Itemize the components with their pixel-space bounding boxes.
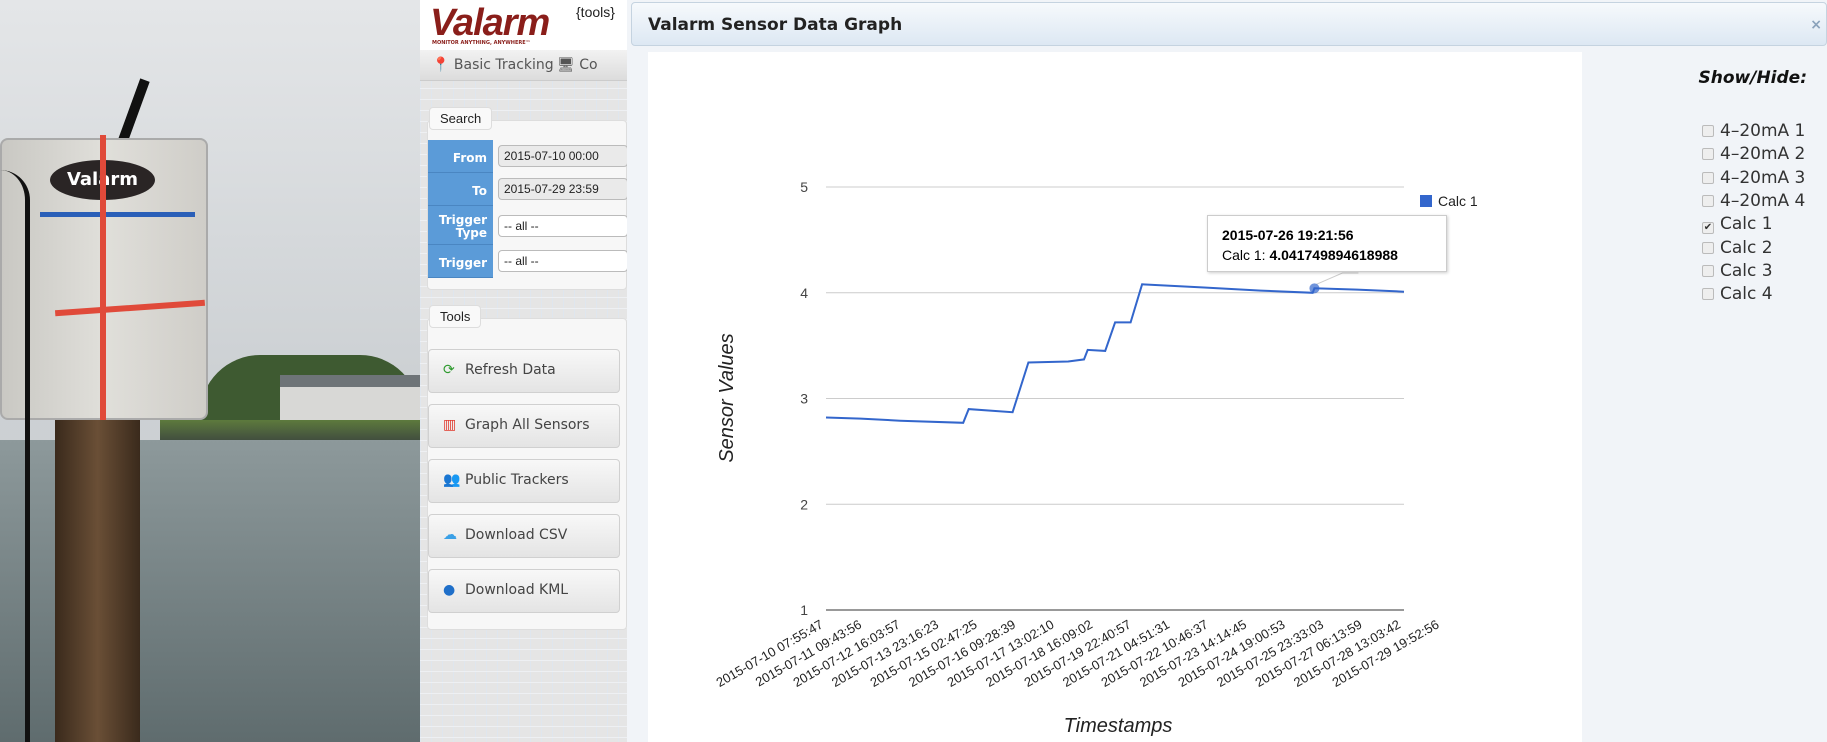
close-icon[interactable]: × xyxy=(1810,17,1822,33)
logo-text: Valarm xyxy=(430,2,550,44)
checkbox[interactable]: ✔ xyxy=(1702,222,1714,235)
checkbox[interactable] xyxy=(1702,171,1714,184)
series-toggle[interactable]: Calc 4 xyxy=(1702,284,1773,304)
device-photo: Valarm xyxy=(0,0,420,742)
cable xyxy=(0,170,30,742)
y-tick-label: 4 xyxy=(800,285,808,301)
checkbox[interactable] xyxy=(1702,264,1714,277)
button-label: Refresh Data xyxy=(465,362,556,378)
y-tick-label: 5 xyxy=(800,179,808,195)
tooltip-value: 4.041749894618988 xyxy=(1269,247,1398,263)
series-line xyxy=(825,283,1405,424)
y-tick-label: 3 xyxy=(800,391,808,407)
nav-item-2[interactable]: 🖥 Co xyxy=(557,57,598,73)
blue-strap xyxy=(40,212,195,217)
to-row: To 2015-07-29 23:59 xyxy=(428,173,628,206)
download-csv-button[interactable]: ☁ Download CSV xyxy=(428,514,620,558)
users-icon: 👥 xyxy=(443,472,461,488)
y-tick-label: 2 xyxy=(800,496,808,512)
public-trackers-button[interactable]: 👥 Public Trackers xyxy=(428,459,620,503)
from-label: From xyxy=(428,140,493,173)
globe-icon: ● xyxy=(443,582,456,598)
toggle-label: Calc 3 xyxy=(1720,260,1773,281)
to-label: To xyxy=(428,173,493,206)
trigger-type-select[interactable]: -- all -- xyxy=(498,215,628,237)
sensor-graph-dialog: Valarm Sensor Data Graph × 1 2 3 4 5 2015-07-… xyxy=(627,0,1827,742)
search-tab[interactable]: Search xyxy=(429,107,493,130)
button-label: Download CSV xyxy=(465,527,568,543)
trigger-label: Trigger xyxy=(428,245,493,278)
toggle-label: Calc 1 xyxy=(1720,214,1773,235)
trigger-type-label: Trigger Type xyxy=(428,206,493,245)
shoreline xyxy=(160,420,420,442)
from-input[interactable]: 2015-07-10 00:00 xyxy=(498,145,628,167)
series-toggle[interactable]: ✔ Calc 1 xyxy=(1702,214,1773,235)
trigger-select[interactable]: -- all -- xyxy=(498,250,628,272)
checkbox[interactable] xyxy=(1702,241,1714,254)
nav-basic-tracking[interactable]: 📍 Basic Tracking xyxy=(432,57,554,73)
download-kml-button[interactable]: ● Download KML xyxy=(428,569,620,613)
button-label: Public Trackers xyxy=(465,472,569,488)
sidebar: Valarm MONITOR ANYTHING, ANYWHERE™ {tool… xyxy=(420,0,628,742)
chart-tooltip: 2015-07-26 19:21:56 Calc 1: 4.0417498946… xyxy=(1207,215,1447,272)
chart-area: 1 2 3 4 5 2015-07-10 07:55:47 2015-07-11 09:43… xyxy=(648,52,1582,742)
checkbox[interactable] xyxy=(1702,194,1714,207)
legend-label: Calc 1 xyxy=(1438,193,1478,209)
y-tick-label: 1 xyxy=(800,602,808,618)
to-input[interactable]: 2015-07-29 23:59 xyxy=(498,178,628,200)
toggle-label: Calc 4 xyxy=(1720,284,1773,305)
toggle-label: 4–20mA 4 xyxy=(1720,190,1806,211)
series-toggle[interactable]: 4–20mA 3 xyxy=(1702,168,1805,188)
tooltip-pointer xyxy=(1316,272,1359,285)
toggle-label: 4–20mA 1 xyxy=(1720,121,1806,141)
from-row: From 2015-07-10 00:00 xyxy=(428,140,628,173)
nav-label: Co xyxy=(579,57,598,73)
wooden-post xyxy=(55,410,140,742)
trigger-type-row: Trigger Type -- all -- xyxy=(428,206,628,245)
y-axis-title: Sensor Values xyxy=(716,333,738,462)
show-hide-title: Show/Hide: xyxy=(1698,68,1808,88)
map-marker-icon: 📍 xyxy=(432,57,450,73)
toggle-label: 4–20mA 3 xyxy=(1720,167,1806,188)
dialog-title: Valarm Sensor Data Graph xyxy=(648,15,903,35)
button-label: Graph All Sensors xyxy=(465,417,590,433)
toggle-label: 4–20mA 2 xyxy=(1720,144,1806,165)
series-toggle[interactable]: Calc 2 xyxy=(1702,238,1773,258)
cloud-download-icon: ☁ xyxy=(443,527,457,543)
nav-bar: 📍 Basic Tracking 🖥 Co xyxy=(420,50,627,81)
red-strap xyxy=(100,135,106,420)
series-toggle[interactable]: 4–20mA 4 xyxy=(1702,191,1805,211)
nav-label: Basic Tracking xyxy=(453,57,554,73)
graph-all-sensors-button[interactable]: ▥ Graph All Sensors xyxy=(428,404,620,448)
dialog-titlebar: Valarm Sensor Data Graph × xyxy=(631,2,1827,46)
checkbox[interactable] xyxy=(1702,148,1714,161)
refresh-data-button[interactable]: ⟳ Refresh Data xyxy=(428,349,620,393)
monitor-icon: 🖥 xyxy=(557,57,575,73)
legend-swatch xyxy=(1420,195,1432,207)
tooltip-timestamp: 2015-07-26 19:21:56 xyxy=(1222,227,1354,243)
series-toggle[interactable]: 4–20mA 2 xyxy=(1702,144,1805,164)
refresh-icon: ⟳ xyxy=(443,362,455,378)
button-label: Download KML xyxy=(465,582,569,598)
series-toggle[interactable]: Calc 3 xyxy=(1702,261,1773,281)
checkbox[interactable] xyxy=(1702,125,1714,137)
series-toggle[interactable]: 4–20mA 1 xyxy=(1702,121,1805,141)
logo-suffix: {tools} xyxy=(576,4,615,20)
logo[interactable]: Valarm MONITOR ANYTHING, ANYWHERE™ {tool… xyxy=(420,0,627,50)
trigger-row: Trigger -- all -- xyxy=(428,245,628,278)
checkbox[interactable] xyxy=(1702,288,1714,301)
toggle-label: Calc 2 xyxy=(1720,237,1773,258)
tooltip-series: Calc 1: xyxy=(1222,247,1270,263)
x-axis-title: Timestamps xyxy=(1064,715,1173,737)
tools-tab[interactable]: Tools xyxy=(429,305,482,328)
bar-chart-icon: ▥ xyxy=(443,417,457,433)
line-chart: 123452015-07-10 07:55:472015-07-11 09:43… xyxy=(713,179,1478,737)
highlight-point xyxy=(1309,283,1320,294)
logo-tagline: MONITOR ANYTHING, ANYWHERE™ xyxy=(432,40,531,46)
